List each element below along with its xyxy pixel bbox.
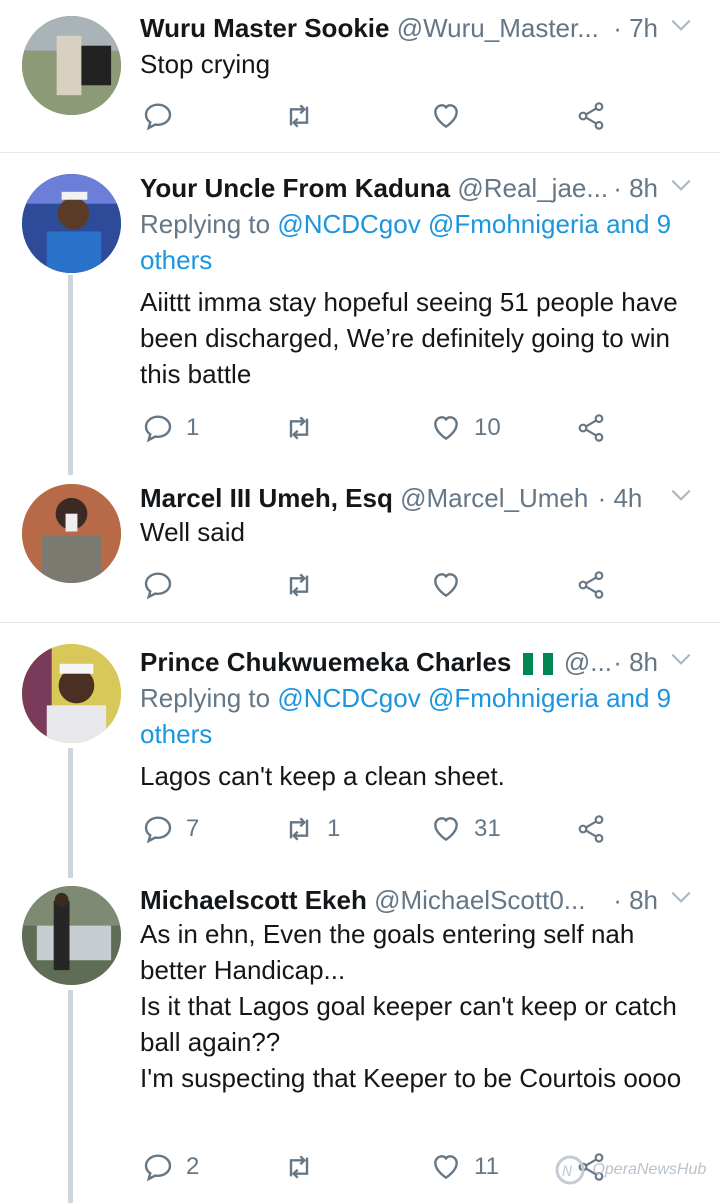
reply-icon: [144, 572, 172, 600]
author-name[interactable]: Prince Chukwuemeka Charles: [140, 647, 511, 677]
tweet-text: Aiittt imma stay hopeful seeing 51 peopl…: [140, 287, 678, 389]
chevron-down-icon[interactable]: [668, 482, 694, 508]
author-name[interactable]: Wuru Master Sookie: [140, 13, 389, 43]
author-handle[interactable]: @Marcel_Umeh: [400, 483, 588, 513]
like-button[interactable]: [430, 98, 474, 134]
retweet-icon: [289, 416, 309, 440]
author-handle[interactable]: @MichaelScott0...: [374, 885, 585, 915]
svg-text:N: N: [562, 1164, 573, 1180]
share-button[interactable]: [575, 811, 607, 847]
heart-icon: [434, 573, 458, 598]
replying-to: Replying to @NCDCgov @Fmohnigeria and 9 …: [140, 206, 700, 278]
reply-count: 2: [186, 1153, 200, 1180]
chevron-down-icon[interactable]: [668, 884, 694, 910]
heart-icon: [434, 104, 458, 129]
share-button[interactable]: [575, 98, 607, 134]
tweet-text: Well said: [140, 517, 246, 547]
like-button[interactable]: [430, 567, 474, 603]
tweet[interactable]: Your Uncle From Kaduna @Real_jae... · 8h…: [0, 168, 720, 468]
chevron-down-icon[interactable]: [668, 172, 694, 198]
reply-icon: [144, 816, 172, 844]
share-button[interactable]: [575, 567, 607, 603]
watermark-text: OperaNewsHub: [592, 1161, 707, 1179]
author-handle[interactable]: @...: [564, 647, 612, 677]
reply-button[interactable]: 7: [142, 811, 199, 847]
share-icon: [578, 414, 604, 442]
divider: [0, 152, 720, 153]
like-count: 31: [474, 815, 501, 842]
heart-icon: [434, 416, 458, 441]
timestamp[interactable]: · 8h: [613, 642, 658, 682]
share-icon: [578, 102, 604, 130]
heart-icon: [434, 817, 458, 842]
retweet-icon: [289, 817, 309, 841]
like-button[interactable]: 11: [430, 1149, 499, 1185]
reply-button[interactable]: [142, 567, 186, 603]
author-name[interactable]: Your Uncle From Kaduna: [140, 173, 450, 203]
reply-count: 1: [186, 414, 200, 441]
retweet-button[interactable]: [283, 1149, 327, 1185]
nigeria-flag-icon: [522, 653, 553, 676]
share-button[interactable]: [575, 410, 607, 446]
like-count: 10: [474, 414, 501, 441]
timestamp[interactable]: · 7h: [613, 8, 658, 48]
retweet-icon: [289, 104, 309, 128]
reply-count: 7: [186, 815, 200, 842]
author-handle[interactable]: @Wuru_Master...: [397, 13, 599, 43]
reply-button[interactable]: 2: [142, 1149, 199, 1185]
heart-icon: [434, 1155, 458, 1180]
reply-button[interactable]: [142, 98, 186, 134]
opera-news-logo-icon: N: [555, 1155, 585, 1185]
timestamp[interactable]: · 8h: [613, 880, 658, 920]
avatar[interactable]: [22, 484, 121, 583]
reply-icon: [144, 1154, 172, 1182]
retweet-button[interactable]: [283, 98, 327, 134]
watermark: N OperaNewsHub: [552, 1152, 712, 1196]
share-icon: [578, 571, 604, 599]
replying-to: Replying to @NCDCgov @Fmohnigeria and 9 …: [140, 680, 700, 752]
author-name[interactable]: Michaelscott Ekeh: [140, 885, 367, 915]
tweet-text: Stop crying: [140, 49, 271, 79]
avatar[interactable]: [22, 644, 121, 743]
reply-button[interactable]: 1: [142, 410, 199, 446]
replying-to-label: Replying to: [140, 683, 271, 713]
avatar[interactable]: [22, 886, 121, 985]
retweet-icon: [289, 1155, 309, 1179]
tweet[interactable]: Prince Chukwuemeka Charles @... · 8h Rep…: [0, 642, 720, 872]
author-name[interactable]: Marcel III Umeh, Esq: [140, 483, 393, 513]
retweet-button[interactable]: [283, 410, 327, 446]
retweet-icon: [289, 573, 309, 597]
chevron-down-icon[interactable]: [668, 646, 694, 672]
tweet-text: Lagos can't keep a clean sheet.: [140, 761, 505, 791]
author-handle[interactable]: @Real_jae...: [457, 173, 608, 203]
timestamp[interactable]: · 8h: [613, 168, 658, 208]
reply-icon: [144, 103, 172, 131]
divider: [0, 622, 720, 623]
avatar[interactable]: [22, 16, 121, 115]
chevron-down-icon[interactable]: [668, 12, 694, 38]
like-count: 11: [474, 1153, 499, 1180]
like-button[interactable]: 10: [430, 410, 501, 446]
retweet-button[interactable]: 1: [283, 811, 340, 847]
timestamp[interactable]: · 4h: [598, 483, 643, 513]
tweet-text: As in ehn, Even the goals entering self …: [140, 919, 682, 1093]
retweet-count: 1: [327, 815, 341, 842]
reply-icon: [144, 415, 172, 443]
like-button[interactable]: 31: [430, 811, 501, 847]
avatar[interactable]: [22, 174, 121, 273]
share-icon: [578, 815, 604, 843]
replying-to-label: Replying to: [140, 209, 271, 239]
retweet-button[interactable]: [283, 567, 327, 603]
tweet[interactable]: Marcel III Umeh, Esq @Marcel_Umeh · 4h W…: [0, 478, 720, 618]
tweet[interactable]: Wuru Master Sookie @Wuru_Master... · 7h …: [0, 0, 720, 152]
